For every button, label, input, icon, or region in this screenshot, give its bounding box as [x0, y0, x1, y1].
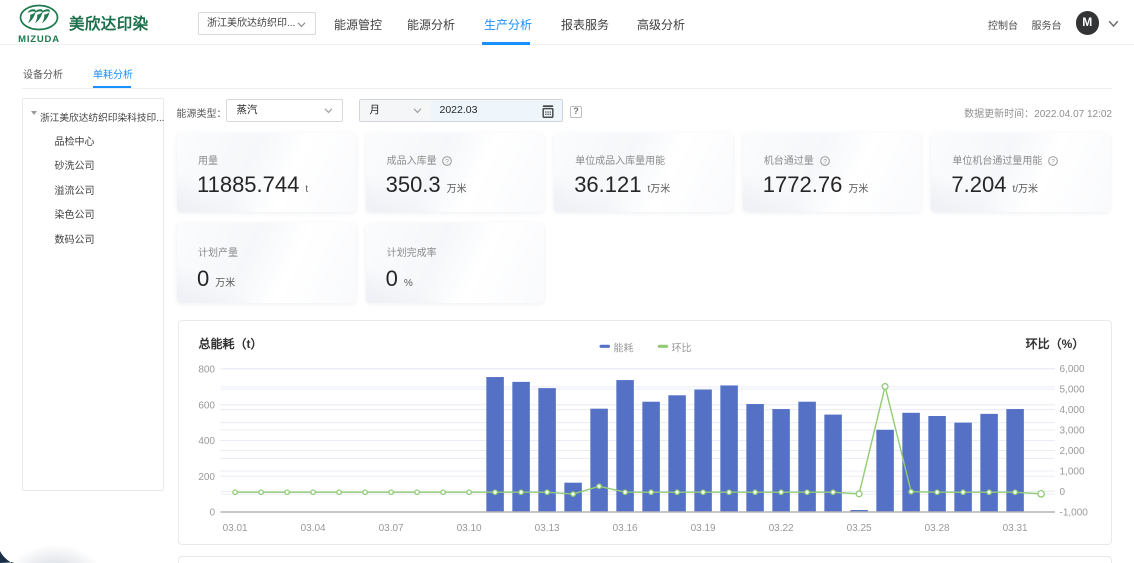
- svg-text:03.28: 03.28: [924, 523, 949, 534]
- svg-text:0: 0: [1059, 487, 1065, 498]
- svg-text:总能耗（t）: 总能耗（t）: [198, 336, 262, 351]
- svg-text:03.31: 03.31: [1002, 523, 1027, 534]
- svg-text:600: 600: [198, 400, 215, 411]
- svg-text:?: ?: [446, 158, 450, 165]
- svg-text:03.01: 03.01: [222, 523, 247, 534]
- svg-text:6,000: 6,000: [1059, 364, 1084, 375]
- svg-text:环比: 环比: [671, 343, 691, 355]
- svg-text:能耗: 能耗: [613, 342, 633, 355]
- svg-text:03.16: 03.16: [612, 523, 637, 534]
- svg-text:03.04: 03.04: [300, 523, 325, 534]
- svg-text:4,000: 4,000: [1059, 405, 1084, 416]
- svg-text:400: 400: [198, 436, 215, 447]
- svg-text:03.19: 03.19: [690, 523, 715, 534]
- svg-text:3,000: 3,000: [1059, 426, 1084, 437]
- svg-text:1,000: 1,000: [1059, 466, 1084, 477]
- svg-text:5,000: 5,000: [1059, 385, 1084, 396]
- svg-text:03.07: 03.07: [378, 523, 403, 534]
- svg-text:环比（%）: 环比（%）: [1025, 336, 1084, 351]
- svg-text:?: ?: [823, 158, 827, 165]
- svg-text:03.10: 03.10: [456, 523, 481, 534]
- svg-text:800: 800: [198, 365, 215, 376]
- svg-text:03.25: 03.25: [846, 523, 871, 534]
- svg-text:MIZUDA: MIZUDA: [18, 34, 60, 45]
- svg-text:03.22: 03.22: [768, 523, 793, 534]
- svg-text:2,000: 2,000: [1059, 446, 1084, 457]
- svg-text:-1,000: -1,000: [1059, 507, 1088, 518]
- svg-text:?: ?: [1051, 158, 1055, 165]
- svg-text:03.13: 03.13: [534, 523, 559, 534]
- svg-text:200: 200: [198, 472, 215, 483]
- svg-text:0: 0: [209, 508, 215, 519]
